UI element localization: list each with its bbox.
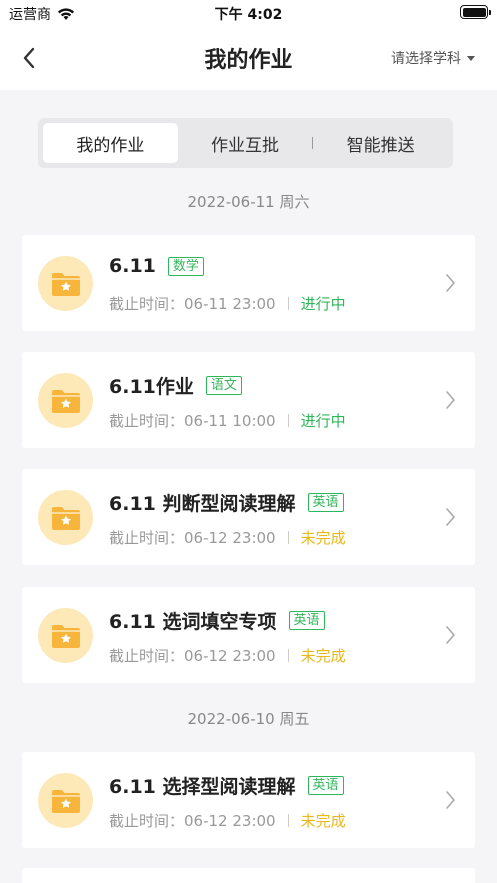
status-text: 未完成 — [300, 812, 346, 830]
tab-smart-push[interactable]: 智能推送 — [313, 123, 448, 163]
deadline-text: 截止时间：06-12 23:00 — [109, 529, 276, 547]
homework-card[interactable]: 6.11 选词填空专项 英语 截止时间：06-12 23:00 未完成 — [22, 587, 475, 683]
meta-divider — [287, 531, 289, 544]
meta-divider — [287, 649, 289, 662]
chevron-right-icon — [446, 626, 455, 644]
homework-title: 6.11 选词填空专项 — [109, 611, 277, 633]
folder-star-icon — [38, 773, 93, 828]
folder-star-icon — [38, 608, 93, 663]
folder-star-icon — [38, 373, 93, 428]
meta-divider — [287, 414, 289, 427]
status-text: 进行中 — [300, 295, 346, 313]
deadline-text: 截止时间：06-12 23:00 — [109, 647, 276, 665]
nav-bar: 我的作业 请选择学科 — [0, 26, 497, 90]
deadline-text: 截止时间：06-11 23:00 — [109, 295, 276, 313]
status-text: 进行中 — [300, 412, 346, 430]
homework-title: 6.11 — [109, 255, 156, 277]
folder-star-icon — [38, 256, 93, 311]
homework-card-partial[interactable] — [22, 868, 475, 883]
homework-card[interactable]: 6.11 选择型阅读理解 英语 截止时间：06-12 23:00 未完成 — [22, 752, 475, 848]
subject-tag: 英语 — [307, 493, 344, 512]
chevron-right-icon — [446, 391, 455, 409]
subject-picker-label: 请选择学科 — [391, 51, 461, 67]
subject-tag: 英语 — [288, 611, 325, 630]
back-button[interactable] — [14, 42, 44, 74]
folder-star-icon — [38, 490, 93, 545]
tab-peer-review[interactable]: 作业互批 — [178, 123, 313, 163]
status-text: 未完成 — [300, 529, 346, 547]
tab-label: 我的作业 — [76, 135, 145, 156]
subject-tag: 语文 — [205, 376, 242, 395]
deadline-text: 截止时间：06-12 23:00 — [109, 812, 276, 830]
homework-card[interactable]: 6.11 判断型阅读理解 英语 截止时间：06-12 23:00 未完成 — [22, 469, 475, 565]
subject-tag: 数学 — [167, 256, 204, 276]
subject-picker[interactable]: 请选择学科 — [391, 48, 475, 68]
caret-down-icon — [467, 55, 475, 61]
status-bar: 运营商 下午 4:02 — [0, 0, 497, 26]
homework-title: 6.11作业 — [109, 376, 194, 398]
clock: 下午 4:02 — [214, 7, 283, 23]
homework-title: 6.11 选择型阅读理解 — [109, 776, 296, 798]
homework-card[interactable]: 6.11 数学 截止时间：06-11 23:00 进行中 — [22, 235, 475, 331]
chevron-left-icon — [23, 47, 35, 69]
battery-icon — [460, 5, 491, 19]
tab-label: 智能推送 — [346, 135, 415, 156]
meta-divider — [287, 814, 289, 827]
tab-bar: 我的作业 作业互批 智能推送 — [38, 118, 453, 168]
chevron-right-icon — [446, 791, 455, 809]
status-text: 未完成 — [300, 647, 346, 665]
homework-card[interactable]: 6.11作业 语文 截止时间：06-11 10:00 进行中 — [22, 352, 475, 448]
date-header: 2022-06-10 周五 — [187, 710, 310, 728]
chevron-right-icon — [446, 508, 455, 526]
meta-divider — [287, 297, 289, 310]
tab-label: 作业互批 — [211, 135, 279, 156]
date-header: 2022-06-11 周六 — [187, 193, 310, 211]
subject-tag: 英语 — [307, 776, 344, 795]
chevron-right-icon — [446, 274, 455, 292]
deadline-text: 截止时间：06-11 10:00 — [109, 412, 276, 430]
homework-title: 6.11 判断型阅读理解 — [109, 493, 296, 515]
tab-my-homework[interactable]: 我的作业 — [43, 123, 178, 163]
